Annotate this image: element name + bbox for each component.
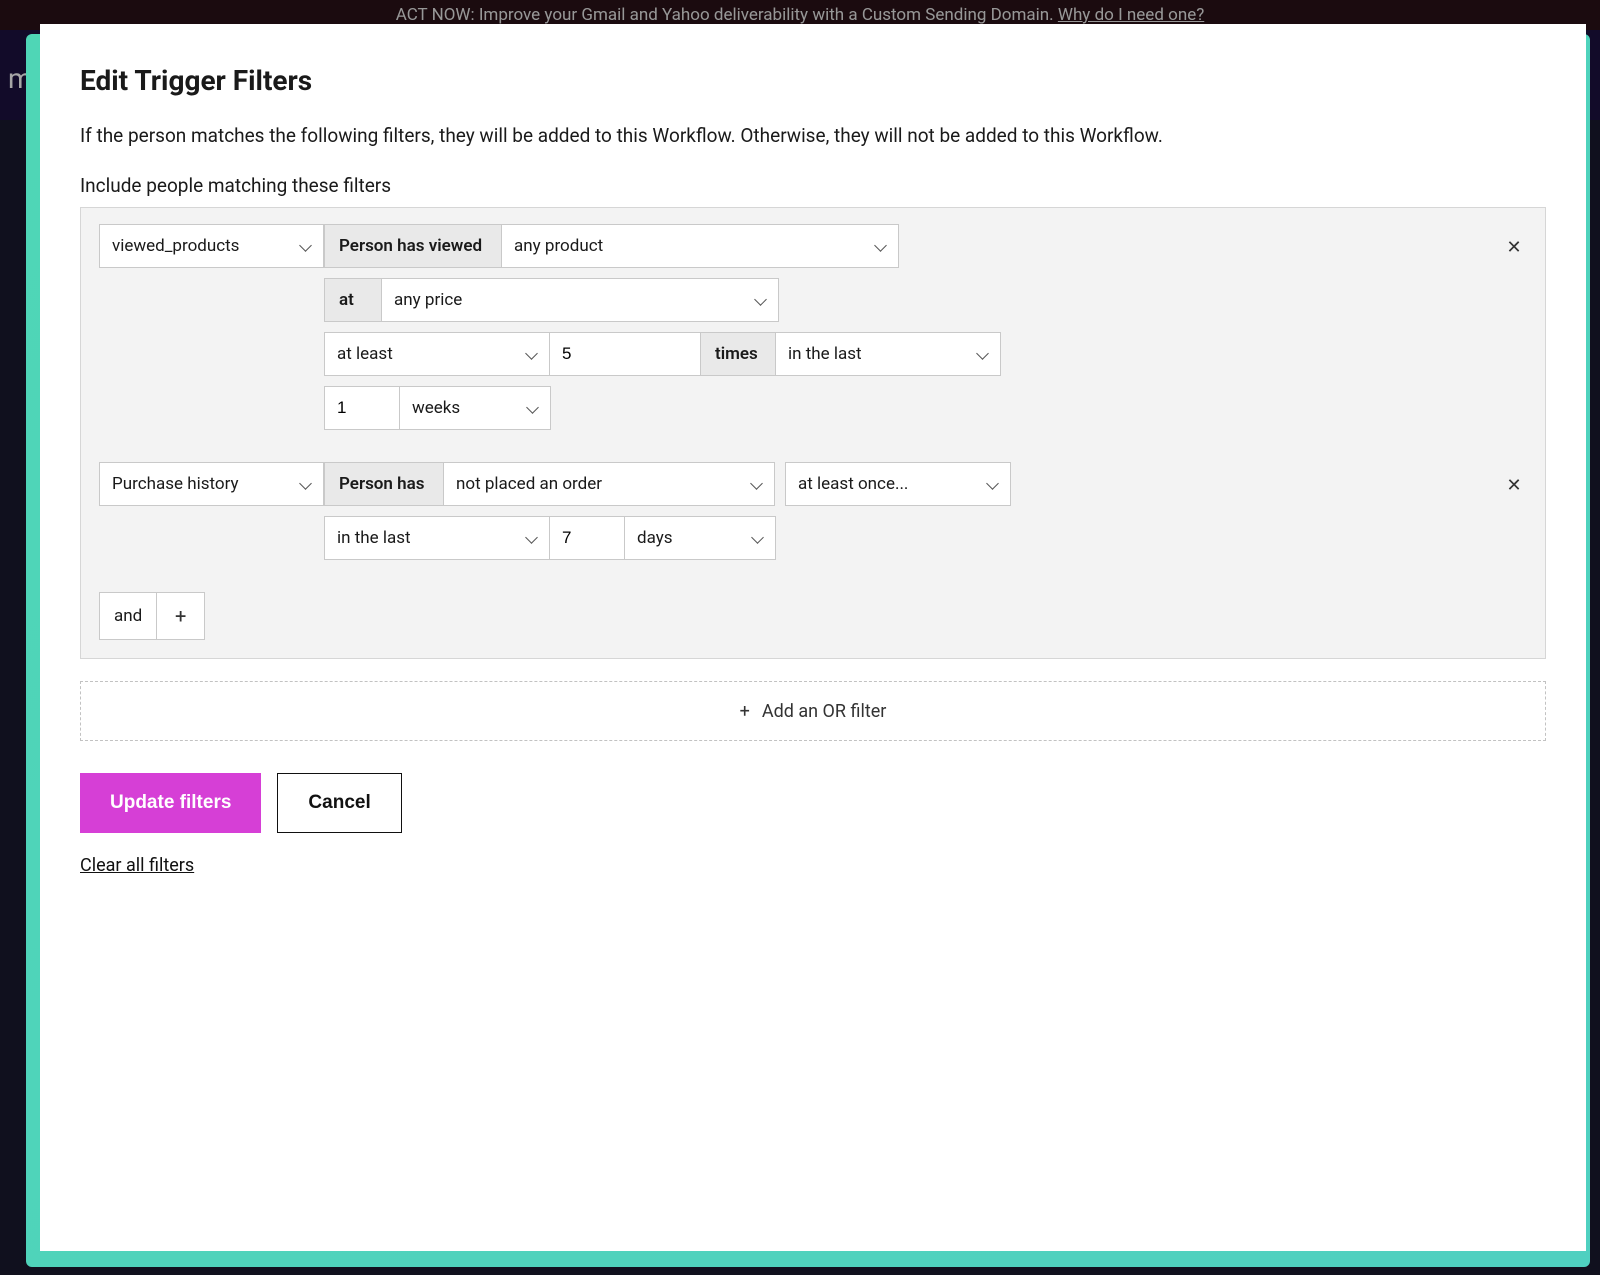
timerange-select[interactable]: in the last (775, 332, 1001, 376)
chevron-down-icon (984, 475, 1002, 493)
source-select-value: Purchase history (112, 474, 287, 494)
plus-icon: + (175, 604, 186, 628)
source-select[interactable]: Purchase history (99, 462, 324, 506)
or-filter-label: Add an OR filter (762, 701, 887, 722)
add-or-filter-button[interactable]: + Add an OR filter (80, 681, 1546, 741)
product-select[interactable]: any product (501, 224, 899, 268)
chevron-down-icon (297, 237, 315, 255)
count-input-field[interactable] (562, 344, 688, 364)
chevron-down-icon (297, 475, 315, 493)
filter-group: viewed_products Person has viewed any pr… (80, 207, 1546, 659)
comparator-value: at least (337, 344, 513, 364)
close-icon: ✕ (1506, 237, 1521, 258)
price-select-value: any price (394, 290, 742, 310)
close-icon: ✕ (1506, 475, 1521, 496)
chevron-down-icon (752, 291, 770, 309)
remove-filter-button[interactable]: ✕ (1501, 234, 1527, 260)
chevron-down-icon (524, 399, 542, 417)
person-has-viewed-label: Person has viewed (324, 224, 502, 268)
clear-all-filters-link[interactable]: Clear all filters (80, 855, 194, 876)
filter-row-viewed-products: viewed_products Person has viewed any pr… (99, 224, 1527, 430)
update-filters-button[interactable]: Update filters (80, 773, 261, 833)
modal-title: Edit Trigger Filters (80, 64, 1546, 97)
price-select[interactable]: any price (381, 278, 779, 322)
duration-unit-value: days (637, 528, 739, 548)
timerange-value: in the last (337, 528, 513, 548)
at-label: at (324, 278, 382, 322)
and-combinator: and + (99, 592, 1527, 640)
times-label: times (700, 332, 776, 376)
timerange-value: in the last (788, 344, 964, 364)
modal-description: If the person matches the following filt… (80, 121, 1546, 150)
cancel-button[interactable]: Cancel (277, 773, 401, 833)
remove-filter-button[interactable]: ✕ (1501, 472, 1527, 498)
chevron-down-icon (872, 237, 890, 255)
chevron-down-icon (748, 475, 766, 493)
chevron-down-icon (523, 529, 541, 547)
include-filters-label: Include people matching these filters (80, 174, 1546, 197)
order-status-select[interactable]: not placed an order (443, 462, 775, 506)
duration-input[interactable] (324, 386, 400, 430)
product-select-value: any product (514, 236, 862, 256)
filter-row-purchase-history: Purchase history Person has not placed a… (99, 462, 1527, 560)
duration-unit-value: weeks (412, 398, 514, 418)
duration-input-field[interactable] (562, 528, 612, 548)
timerange-select[interactable]: in the last (324, 516, 550, 560)
source-select-value: viewed_products (112, 236, 287, 256)
count-input[interactable] (549, 332, 701, 376)
frequency-value: at least once... (798, 474, 974, 494)
edit-trigger-filters-modal: Edit Trigger Filters If the person match… (40, 24, 1586, 1251)
source-select[interactable]: viewed_products (99, 224, 324, 268)
chevron-down-icon (749, 529, 767, 547)
duration-input[interactable] (549, 516, 625, 560)
order-status-value: not placed an order (456, 474, 738, 494)
chevron-down-icon (974, 345, 992, 363)
and-label: and (99, 592, 157, 640)
comparator-select[interactable]: at least (324, 332, 550, 376)
duration-unit-select[interactable]: days (624, 516, 776, 560)
add-and-filter-button[interactable]: + (157, 592, 205, 640)
duration-unit-select[interactable]: weeks (399, 386, 551, 430)
modal-actions: Update filters Cancel (80, 773, 1546, 833)
duration-input-field[interactable] (337, 398, 387, 418)
person-has-label: Person has (324, 462, 444, 506)
plus-icon: + (740, 701, 750, 722)
frequency-select[interactable]: at least once... (785, 462, 1011, 506)
chevron-down-icon (523, 345, 541, 363)
